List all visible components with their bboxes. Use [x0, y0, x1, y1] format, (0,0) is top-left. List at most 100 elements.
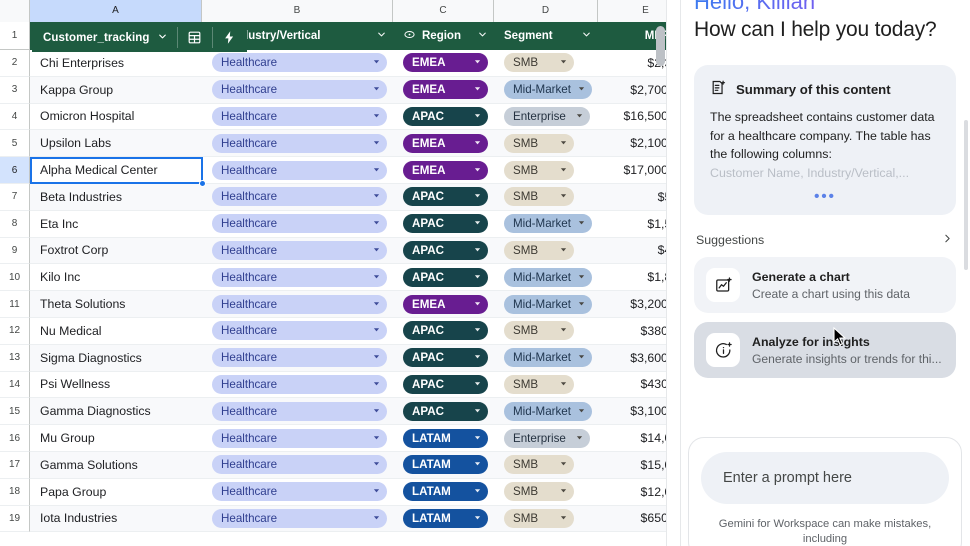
- cell-segment[interactable]: Mid-Market: [494, 291, 598, 318]
- industry-chip[interactable]: Healthcare: [212, 401, 387, 421]
- cell-customername[interactable]: Psi Wellness: [30, 371, 202, 399]
- segment-chip[interactable]: Mid-Market: [504, 214, 592, 234]
- chip-caret-icon[interactable]: [577, 295, 586, 314]
- cell-region[interactable]: APAC: [393, 317, 494, 345]
- chip-caret-icon[interactable]: [372, 107, 381, 126]
- chip-caret-icon[interactable]: [577, 348, 586, 367]
- cell-region[interactable]: EMEA: [393, 76, 494, 104]
- selected-cell[interactable]: Alpha Medical Center: [30, 156, 203, 184]
- row-number[interactable]: 9: [0, 237, 30, 265]
- chip-caret-icon[interactable]: [577, 402, 586, 421]
- segment-chip[interactable]: SMB: [504, 240, 574, 260]
- cell-segment[interactable]: SMB: [494, 130, 598, 158]
- sheet-tab[interactable]: Customer_tracking: [32, 23, 247, 52]
- region-chip[interactable]: APAC: [403, 240, 488, 260]
- industry-chip[interactable]: Healthcare: [212, 508, 387, 528]
- row-number[interactable]: 7: [0, 183, 30, 211]
- chevron-down-icon[interactable]: [581, 29, 592, 43]
- chip-caret-icon[interactable]: [577, 214, 586, 233]
- cell-customername[interactable]: Iota Industries: [30, 505, 202, 533]
- fill-handle[interactable]: [199, 179, 206, 187]
- table-row[interactable]: 13 Sigma Diagnostics Healthcare APAC Mid-Mar…: [0, 344, 680, 372]
- cell-segment[interactable]: SMB: [494, 183, 598, 211]
- table-row[interactable]: 3 Kappa Group Healthcare EMEA Mid-Market $2,7…: [0, 76, 680, 104]
- chip-caret-icon[interactable]: [473, 348, 482, 367]
- cell-industry[interactable]: Healthcare: [202, 264, 393, 292]
- cell-industry[interactable]: Healthcare: [202, 237, 393, 265]
- row-number[interactable]: 3: [0, 76, 30, 104]
- row-number[interactable]: 17: [0, 451, 30, 479]
- region-chip[interactable]: APAC: [403, 187, 488, 207]
- chip-caret-icon[interactable]: [559, 455, 568, 474]
- industry-chip[interactable]: Healthcare: [212, 348, 387, 368]
- industry-chip[interactable]: Healthcare: [212, 240, 387, 260]
- cell-region[interactable]: APAC: [393, 344, 494, 372]
- chip-caret-icon[interactable]: [473, 321, 482, 340]
- cell-industry[interactable]: Healthcare: [202, 76, 393, 104]
- segment-chip[interactable]: Enterprise: [504, 428, 590, 448]
- cell-industry[interactable]: Healthcare: [202, 505, 393, 533]
- table-row[interactable]: 19Iota IndustriesHealthcareLATAMSMB$650.…: [0, 505, 680, 533]
- row-number[interactable]: 12: [0, 317, 30, 345]
- cell-industry[interactable]: Healthcare: [202, 291, 393, 318]
- row-number[interactable]: 13: [0, 344, 30, 372]
- cell-customername[interactable]: Upsilon Labs: [30, 130, 202, 158]
- select-all-corner[interactable]: [0, 0, 30, 22]
- cell-region[interactable]: APAC: [393, 264, 494, 292]
- cell-industry[interactable]: Healthcare: [202, 478, 393, 506]
- cell-industry[interactable]: Healthcare: [202, 451, 393, 479]
- cell-segment[interactable]: SMB: [494, 50, 598, 77]
- suggestion-generate-a-chart[interactable]: Generate a chart Create a chart using th…: [694, 257, 956, 313]
- table-row[interactable]: 12Nu MedicalHealthcareAPACSMB$380.00: [0, 317, 680, 345]
- chip-caret-icon[interactable]: [559, 53, 568, 72]
- chip-caret-icon[interactable]: [473, 134, 482, 153]
- chip-caret-icon[interactable]: [559, 375, 568, 394]
- segment-chip[interactable]: Enterprise: [504, 106, 590, 126]
- row-number[interactable]: 10: [0, 264, 30, 292]
- chip-caret-icon[interactable]: [559, 509, 568, 528]
- chip-caret-icon[interactable]: [372, 348, 381, 367]
- table-row[interactable]: 2Chi EnterprisesHealthcareEMEASMB$2,300: [0, 50, 680, 77]
- table-row[interactable]: 17Gamma SolutionsHealthcareLATAMSMB$15,0…: [0, 451, 680, 479]
- chip-caret-icon[interactable]: [473, 214, 482, 233]
- chip-caret-icon[interactable]: [372, 375, 381, 394]
- chip-caret-icon[interactable]: [577, 80, 586, 99]
- cell-segment[interactable]: Enterprise: [494, 425, 598, 452]
- region-chip[interactable]: EMEA: [403, 160, 488, 180]
- chip-caret-icon[interactable]: [372, 509, 381, 528]
- cell-region[interactable]: EMEA: [393, 157, 494, 184]
- chip-caret-icon[interactable]: [372, 161, 381, 180]
- segment-chip[interactable]: Mid-Market: [504, 348, 592, 368]
- chip-caret-icon[interactable]: [372, 429, 381, 448]
- row-number[interactable]: 2: [0, 50, 30, 77]
- cell-customername[interactable]: Omicron Hospital: [30, 103, 202, 131]
- summary-card[interactable]: Summary of this content The spreadsheet …: [694, 65, 956, 215]
- cell-customername[interactable]: Gamma Solutions: [30, 451, 202, 479]
- cell-customername[interactable]: Nu Medical: [30, 317, 202, 345]
- segment-chip[interactable]: SMB: [504, 160, 574, 180]
- chip-caret-icon[interactable]: [473, 107, 482, 126]
- chip-caret-icon[interactable]: [559, 241, 568, 260]
- chip-caret-icon[interactable]: [473, 295, 482, 314]
- table-row[interactable]: 11 Theta Solutions Healthcare EMEA Mid-Marke…: [0, 291, 680, 318]
- region-chip[interactable]: EMEA: [403, 294, 488, 314]
- chip-caret-icon[interactable]: [473, 509, 482, 528]
- chip-caret-icon[interactable]: [372, 187, 381, 206]
- scrollbar-thumb[interactable]: [656, 26, 665, 66]
- cell-region[interactable]: APAC: [393, 210, 494, 238]
- cell-segment[interactable]: SMB: [494, 371, 598, 399]
- table-row[interactable]: 18Papa GroupHealthcareLATAMSMB$12,000: [0, 478, 680, 506]
- sheet-grid[interactable]: 1 CustomerName Industry/Vertical: [0, 22, 680, 546]
- chevron-down-icon[interactable]: [477, 29, 488, 43]
- cell-industry[interactable]: Healthcare: [202, 371, 393, 399]
- row-number[interactable]: 16: [0, 425, 30, 452]
- region-chip[interactable]: LATAM: [403, 428, 488, 448]
- cell-region[interactable]: EMEA: [393, 50, 494, 77]
- chip-caret-icon[interactable]: [473, 482, 482, 501]
- cell-segment[interactable]: SMB: [494, 237, 598, 265]
- table-row[interactable]: 15 Gamma Diagnostics Healthcare APAC Mid-Mar…: [0, 398, 680, 426]
- table-row[interactable]: 10Kilo IncHealthcareAPACMid-Market$1,800: [0, 264, 680, 292]
- cell-industry[interactable]: Healthcare: [202, 157, 393, 184]
- cell-segment[interactable]: SMB: [494, 317, 598, 345]
- row-number[interactable]: 18: [0, 478, 30, 506]
